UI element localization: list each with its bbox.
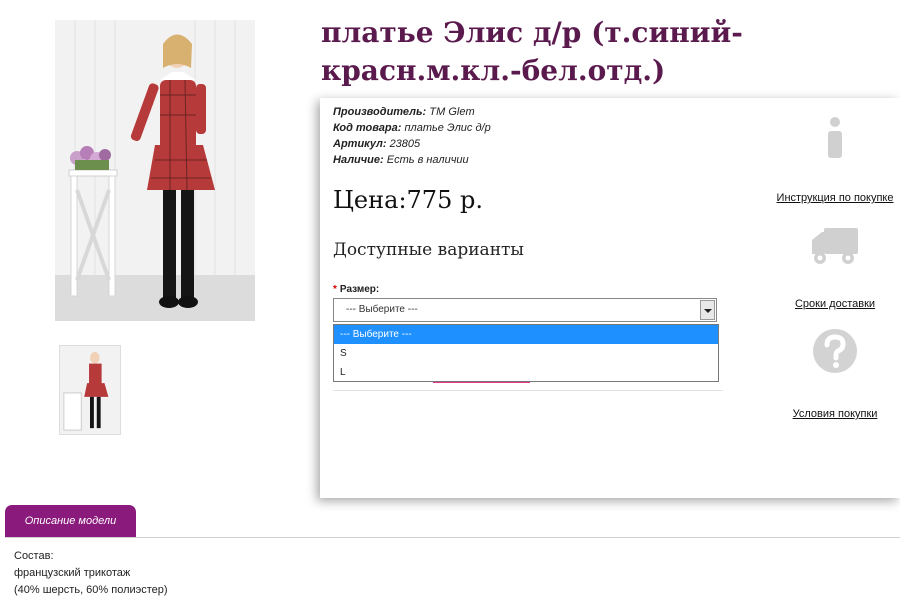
product-info-panel: Производитель: ТМ Glem Код товара: плать… <box>320 98 900 498</box>
info-icon <box>828 117 842 158</box>
sidebar-link-delivery-time[interactable]: Сроки доставки <box>765 224 900 312</box>
required-mark: * <box>333 284 337 295</box>
size-option[interactable]: S <box>334 344 718 363</box>
size-select-value: --- Выберите --- <box>346 304 418 315</box>
meta-value: платье Элис д/р <box>404 122 491 134</box>
sidebar-link-purchase-instructions[interactable]: Инструкция по покупке <box>765 116 900 206</box>
sidebar-link-label[interactable]: Условия покупки <box>793 408 878 420</box>
meta-row-stock: Наличие: Есть в наличии <box>333 152 491 168</box>
meta-key: Код товара: <box>333 122 402 134</box>
tab-model-description[interactable]: Описание модели <box>5 505 136 538</box>
product-price: Цена:775 р. <box>333 186 483 214</box>
size-select[interactable]: --- Выберите --- <box>333 298 717 322</box>
product-meta: Производитель: ТМ Glem Код товара: плать… <box>333 104 491 168</box>
tab-divider <box>5 537 900 538</box>
size-label-text: Размер: <box>339 284 380 295</box>
product-main-photo[interactable] <box>55 20 255 321</box>
meta-value: ТМ Glem <box>429 106 475 118</box>
size-option[interactable]: --- Выберите --- <box>334 325 718 344</box>
description-line: (40% шерсть, 60% полиэстер) <box>14 584 168 596</box>
sidebar-link-label[interactable]: Инструкция по покупке <box>777 192 894 204</box>
divider <box>333 390 723 391</box>
description-line: французский трикотаж <box>14 567 131 579</box>
meta-key: Артикул: <box>333 138 387 150</box>
meta-key: Производитель: <box>333 106 427 118</box>
size-option[interactable]: L <box>334 363 718 382</box>
meta-value: 23805 <box>389 138 421 150</box>
options-heading: Доступные варианты <box>333 240 524 260</box>
meta-row-manufacturer: Производитель: ТМ Glem <box>333 104 491 120</box>
meta-key: Наличие: <box>333 154 384 166</box>
meta-row-article: Артикул: 23805 <box>333 136 491 152</box>
product-title: платье Элис д/р (т.синий-красн.м.кл.-бел… <box>321 16 743 87</box>
size-label: * Размер: <box>333 284 379 295</box>
sidebar-link-label[interactable]: Сроки доставки <box>795 298 875 310</box>
truck-icon <box>812 228 858 264</box>
description-line: Состав: <box>14 550 54 562</box>
chevron-down-icon[interactable] <box>700 300 715 320</box>
question-icon <box>813 329 857 373</box>
size-dropdown-list: --- Выберите --- S L <box>333 324 719 382</box>
sidebar-link-purchase-terms[interactable]: Условия покупки <box>765 328 900 422</box>
product-description: Состав: французский трикотаж (40% шерсть… <box>14 548 168 599</box>
meta-row-code: Код товара: платье Элис д/р <box>333 120 491 136</box>
meta-value: Есть в наличии <box>386 154 469 166</box>
product-thumbnail[interactable] <box>59 345 121 435</box>
